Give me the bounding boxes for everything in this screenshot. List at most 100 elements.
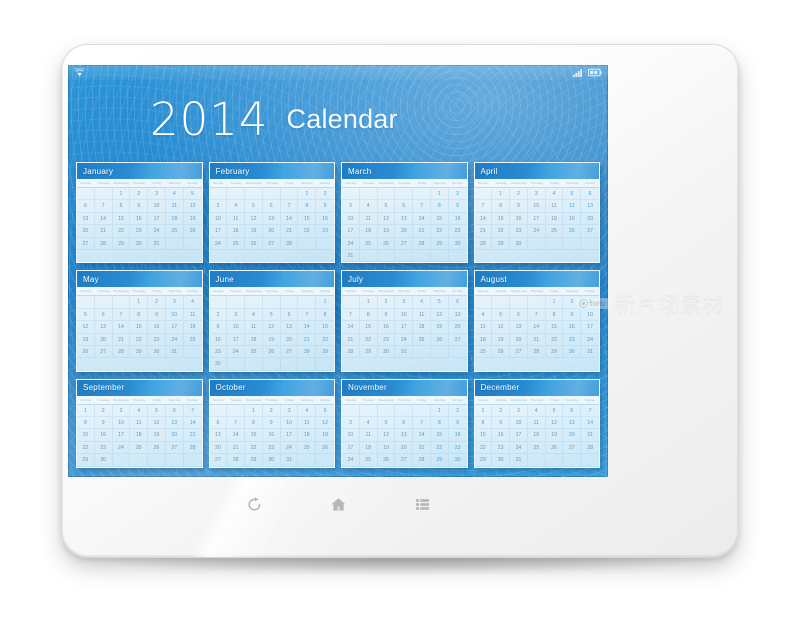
day-cell[interactable]: 30	[492, 454, 511, 467]
day-cell[interactable]: 19	[262, 333, 281, 346]
day-cell[interactable]: 11	[545, 200, 564, 213]
month-card[interactable]: May Monday Tuesday Wednesday Thursday Friday S…	[76, 270, 203, 372]
day-cell[interactable]: 19	[563, 212, 582, 226]
day-cell[interactable]: 14	[342, 321, 360, 334]
day-cell[interactable]: 13	[395, 429, 414, 442]
day-cell[interactable]: 30	[377, 345, 396, 359]
day-cell[interactable]: 23	[130, 225, 149, 238]
day-cell[interactable]: 10	[395, 308, 414, 322]
day-cell[interactable]: 30	[448, 454, 467, 467]
day-cell[interactable]: 18	[359, 441, 378, 455]
day-cell[interactable]: 8	[545, 308, 564, 322]
recent-apps-icon[interactable]	[410, 492, 434, 516]
day-cell[interactable]: 6	[262, 200, 281, 213]
day-cell[interactable]: 28	[342, 345, 360, 359]
day-cell[interactable]: 5	[377, 200, 396, 213]
day-cell[interactable]: 31	[395, 345, 414, 359]
day-cell[interactable]: 6	[581, 188, 599, 201]
day-cell[interactable]: 13	[262, 212, 281, 226]
day-cell[interactable]: 9	[316, 200, 334, 213]
day-cell[interactable]: 15	[77, 429, 95, 442]
day-cell[interactable]: 28	[94, 237, 113, 250]
day-cell[interactable]: 17	[227, 333, 246, 346]
day-cell[interactable]: 12	[77, 321, 95, 334]
day-cell[interactable]: 18	[227, 225, 246, 238]
day-cell[interactable]: 29	[316, 346, 334, 359]
day-cell[interactable]: 28	[227, 454, 246, 467]
day-cell[interactable]: 22	[545, 333, 564, 346]
day-cell[interactable]: 26	[430, 333, 449, 346]
day-cell[interactable]: 21	[94, 225, 113, 238]
day-cell[interactable]: 11	[130, 417, 149, 430]
day-cell[interactable]: 13	[280, 321, 299, 334]
day-cell[interactable]: 13	[563, 417, 582, 430]
day-cell[interactable]: 2	[148, 296, 166, 309]
day-cell[interactable]: 9	[492, 417, 511, 430]
day-cell[interactable]: 26	[148, 441, 166, 455]
day-cell[interactable]: 7	[581, 405, 599, 418]
day-cell[interactable]: 12	[563, 200, 582, 213]
day-cell[interactable]: 9	[510, 200, 528, 213]
day-cell[interactable]: 21	[581, 429, 599, 442]
day-cell[interactable]: 22	[112, 225, 131, 238]
day-cell[interactable]: 25	[130, 441, 149, 455]
month-card[interactable]: January Monday Tuesday Wednesday Thursday Fri…	[76, 162, 203, 264]
day-cell[interactable]: 27	[581, 225, 599, 238]
day-cell[interactable]: 24	[165, 333, 184, 346]
day-cell[interactable]: 1	[112, 188, 131, 201]
day-cell[interactable]: 27	[209, 454, 228, 467]
day-cell[interactable]: 14	[474, 212, 493, 226]
day-cell[interactable]: 13	[395, 212, 414, 226]
day-cell[interactable]: 23	[148, 333, 166, 346]
day-cell[interactable]: 14	[413, 429, 431, 442]
day-cell[interactable]: 16	[130, 212, 149, 226]
month-card[interactable]: June Monday Tuesday Wednesday Thursday Friday…	[208, 270, 335, 372]
day-cell[interactable]: 16	[148, 321, 166, 334]
day-cell[interactable]: 29	[430, 454, 449, 467]
day-cell[interactable]: 9	[148, 308, 166, 322]
day-cell[interactable]: 24	[112, 441, 131, 455]
day-cell[interactable]: 6	[77, 200, 95, 213]
day-cell[interactable]: 10	[342, 429, 360, 442]
day-cell[interactable]: 7	[112, 308, 131, 322]
day-cell[interactable]: 2	[510, 188, 528, 201]
day-cell[interactable]: 19	[183, 213, 202, 226]
day-cell[interactable]: 12	[262, 321, 281, 334]
day-cell[interactable]: 23	[510, 225, 528, 238]
day-cell[interactable]: 3	[510, 404, 528, 418]
day-cell[interactable]: 7	[342, 308, 360, 322]
day-cell[interactable]: 2	[94, 404, 113, 418]
month-card[interactable]: July Monday Tuesday Wednesday Thursday Friday…	[341, 270, 468, 372]
day-cell[interactable]: 8	[474, 417, 493, 430]
day-cell[interactable]: 1	[245, 404, 263, 418]
day-cell[interactable]: 21	[112, 333, 131, 346]
day-cell[interactable]: 26	[183, 225, 202, 238]
day-cell[interactable]: 4	[359, 417, 378, 430]
day-cell[interactable]: 2	[316, 188, 334, 201]
day-cell[interactable]: 24	[395, 333, 414, 346]
day-cell[interactable]: 4	[474, 308, 493, 322]
day-cell[interactable]: 11	[245, 321, 263, 334]
day-cell[interactable]: 25	[298, 441, 317, 455]
day-cell[interactable]: 23	[448, 442, 467, 455]
day-cell[interactable]: 10	[510, 417, 528, 430]
day-cell[interactable]: 12	[245, 212, 263, 226]
day-cell[interactable]: 30	[209, 358, 228, 371]
day-cell[interactable]: 9	[262, 417, 281, 430]
month-card[interactable]: September Monday Tuesday Wednesday Thursday F…	[76, 378, 203, 468]
day-cell[interactable]: 31	[342, 249, 360, 263]
day-cell[interactable]: 27	[94, 345, 113, 359]
day-cell[interactable]: 12	[492, 321, 511, 334]
day-cell[interactable]: 8	[359, 308, 378, 322]
day-cell[interactable]: 3	[342, 200, 360, 213]
day-cell[interactable]: 7	[413, 417, 431, 430]
day-cell[interactable]: 14	[280, 212, 299, 226]
day-cell[interactable]: 14	[227, 429, 246, 442]
day-cell[interactable]: 8	[430, 200, 449, 213]
day-cell[interactable]: 4	[545, 188, 564, 201]
day-cell[interactable]: 26	[245, 237, 263, 250]
day-cell[interactable]: 14	[298, 321, 317, 334]
day-cell[interactable]: 26	[492, 345, 511, 359]
day-cell[interactable]: 30	[510, 237, 528, 250]
day-cell[interactable]: 2	[377, 296, 396, 309]
